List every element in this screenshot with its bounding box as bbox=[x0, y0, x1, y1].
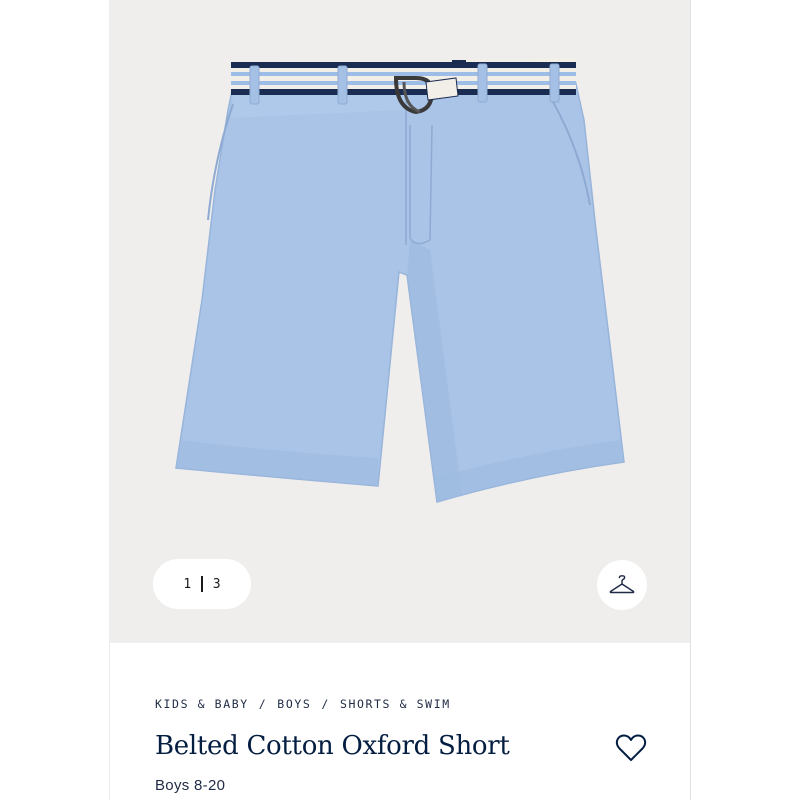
size-guide-button[interactable] bbox=[597, 560, 647, 610]
product-image bbox=[175, 58, 625, 503]
product-gallery[interactable]: 1 3 bbox=[110, 0, 690, 643]
breadcrumb-boys[interactable]: BOYS bbox=[277, 697, 311, 711]
breadcrumb-shorts-swim[interactable]: SHORTS & SWIM bbox=[340, 697, 451, 711]
product-subtitle: Boys 8-20 bbox=[155, 777, 226, 794]
counter-divider bbox=[201, 576, 203, 592]
current-image-index: 1 bbox=[183, 576, 192, 592]
breadcrumb: KIDS & BABY / BOYS / SHORTS & SWIM bbox=[155, 697, 451, 711]
total-image-count: 3 bbox=[212, 576, 221, 592]
heart-outline-icon[interactable] bbox=[614, 731, 648, 765]
image-counter: 1 3 bbox=[153, 559, 251, 609]
product-title: Belted Cotton Oxford Short bbox=[155, 731, 510, 761]
hanger-icon bbox=[609, 575, 635, 594]
breadcrumb-kids-baby[interactable]: KIDS & BABY bbox=[155, 697, 249, 711]
product-info: KIDS & BABY / BOYS / SHORTS & SWIM Belted Co… bbox=[110, 643, 690, 800]
breadcrumb-separator: / bbox=[321, 697, 330, 711]
breadcrumb-separator: / bbox=[258, 697, 268, 711]
product-page: 1 3 KIDS & BABY / BOYS / SHORTS & SWIM Belte… bbox=[109, 0, 691, 800]
